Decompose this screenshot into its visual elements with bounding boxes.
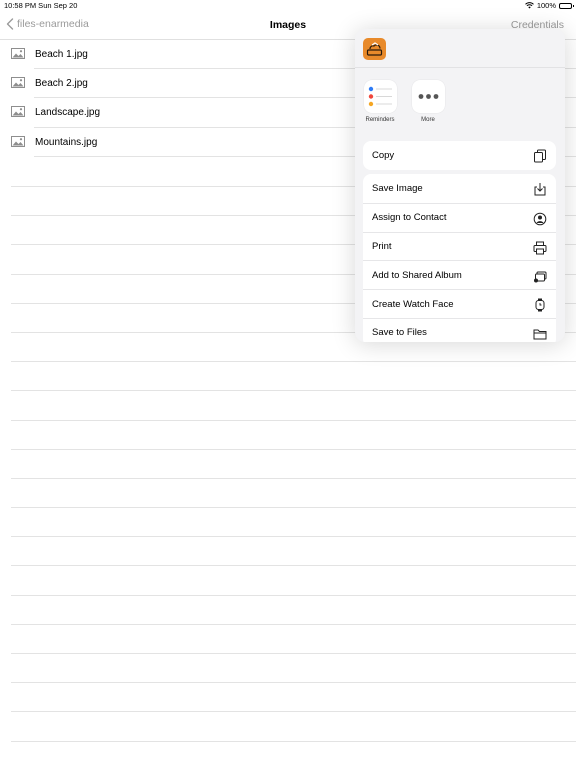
empty-row-separator: [11, 390, 576, 419]
empty-row-separator: [11, 565, 576, 594]
watch-icon: [535, 298, 545, 312]
file-name: Beach 1.jpg: [35, 49, 88, 60]
save-image-icon: [534, 183, 546, 196]
file-name: Landscape.jpg: [35, 107, 101, 119]
share-app-label: More: [421, 117, 435, 123]
more-icon: [411, 80, 445, 113]
copy-action-group: Copy: [363, 141, 556, 170]
copy-icon: [534, 149, 546, 163]
action-save-to-files[interactable]: Save to Files: [363, 317, 556, 342]
file-name: Mountains.jpg: [35, 136, 98, 148]
empty-row-separator: [11, 711, 576, 740]
more-glyph: [418, 94, 438, 99]
empty-row-separator: [11, 653, 576, 682]
battery-percent: 100%: [536, 1, 556, 10]
action-label: Copy: [372, 149, 395, 161]
share-sheet: Reminders More Copy Save Image Assign to…: [355, 29, 565, 342]
empty-row-separator: [11, 448, 576, 478]
action-label: Save Image: [372, 182, 423, 194]
action-label: Add to Shared Album: [372, 269, 462, 281]
status-right: 100%: [524, 1, 574, 10]
reminders-icon: [363, 80, 397, 113]
shared-album-icon: [534, 271, 547, 283]
action-copy[interactable]: Copy: [363, 141, 556, 170]
status-time-date: 10:58 PM Sun Sep 20: [4, 1, 78, 10]
action-print[interactable]: Print: [363, 231, 556, 261]
print-icon: [533, 241, 547, 255]
empty-row-separator: [11, 682, 576, 711]
battery-icon: [559, 2, 574, 9]
action-label: Create Watch Face: [372, 298, 454, 310]
share-app-reminders[interactable]: Reminders: [360, 80, 400, 123]
empty-row-separator: [11, 361, 576, 390]
share-apps-row: Reminders More: [355, 68, 565, 128]
image-file-icon: [11, 77, 25, 89]
action-create-watch-face[interactable]: Create Watch Face: [363, 289, 556, 318]
image-file-icon: [11, 48, 25, 59]
reminders-glyph: [368, 86, 392, 107]
action-label: Save to Files: [372, 327, 427, 339]
empty-row-separator: [11, 594, 576, 624]
empty-row-separator: [11, 419, 576, 449]
app-icon: [363, 38, 386, 60]
share-app-more[interactable]: More: [408, 80, 448, 123]
folder-icon: [533, 329, 547, 340]
image-file-icon: [11, 135, 25, 147]
share-actions-group: Save Image Assign to Contact Print Add t…: [363, 174, 556, 342]
share-app-label: Reminders: [365, 117, 395, 123]
cloud-drive-icon: [366, 42, 383, 56]
action-label: Print: [372, 240, 392, 252]
action-label: Assign to Contact: [372, 212, 447, 224]
image-file-icon: [11, 106, 25, 118]
action-add-to-shared-album[interactable]: Add to Shared Album: [363, 260, 556, 289]
file-name: Beach 2.jpg: [35, 78, 88, 90]
status-bar: 10:58 PM Sun Sep 20 100%: [0, 0, 576, 12]
share-sheet-header: [355, 29, 565, 68]
empty-row-separator: [11, 536, 576, 565]
action-save-image[interactable]: Save Image: [363, 174, 556, 203]
action-assign-to-contact[interactable]: Assign to Contact: [363, 202, 556, 232]
empty-row-separator: [11, 507, 576, 536]
empty-row-separator: [11, 477, 576, 507]
empty-row-separator: [11, 740, 576, 768]
wifi-icon: [524, 2, 534, 9]
contact-icon: [533, 212, 547, 226]
empty-row-separator: [11, 623, 576, 653]
